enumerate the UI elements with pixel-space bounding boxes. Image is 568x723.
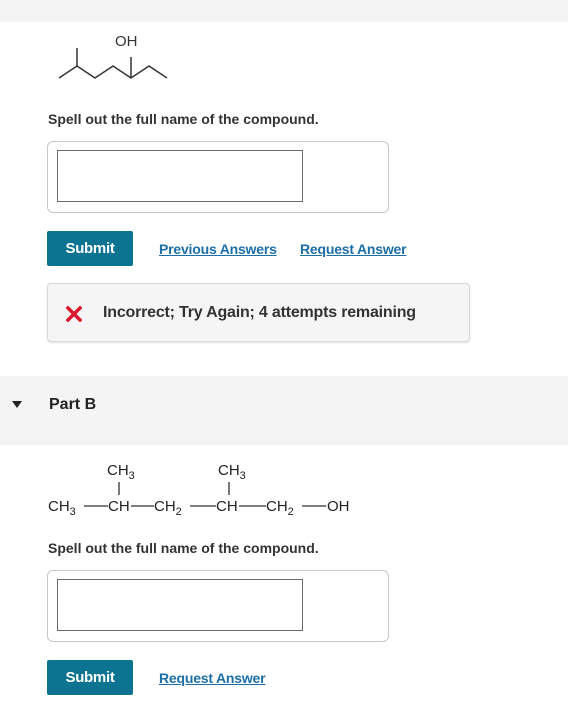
- feedback-panel: Incorrect; Try Again; 4 attempts remaini…: [47, 283, 470, 342]
- branch-ch3-1: CH3: [107, 462, 135, 482]
- part-a-prompt: Spell out the full name of the compound.: [48, 111, 319, 127]
- chain-ch-2: CH: [216, 498, 238, 515]
- hydroxyl-label: OH: [115, 33, 138, 50]
- collapse-triangle-icon[interactable]: [12, 401, 22, 408]
- part-a-request-answer-link[interactable]: Request Answer: [300, 241, 407, 257]
- part-b-header[interactable]: Part B: [0, 376, 568, 445]
- chain-ch2-1: CH2: [154, 498, 182, 518]
- part-a-answer-box: [47, 141, 389, 213]
- part-b-answer-input[interactable]: [57, 579, 303, 631]
- chain-ch2-2: CH2: [266, 498, 294, 518]
- part-b-answer-box: [47, 570, 389, 642]
- top-band: [0, 0, 568, 22]
- branch-1-subscript: 3: [129, 470, 135, 482]
- branch-2-subscript: 3: [240, 470, 246, 482]
- previous-answers-link[interactable]: Previous Answers: [159, 241, 277, 257]
- chain-oh: OH: [327, 498, 350, 515]
- branch-ch3-2: CH3: [218, 462, 246, 482]
- part-b-prompt: Spell out the full name of the compound.: [48, 540, 319, 556]
- chain-ch3: CH3: [48, 498, 76, 518]
- part-b-condensed-structure: CH3 CH3 CH3 CH CH2 CH CH2 OH: [48, 462, 350, 518]
- part-a-submit-button[interactable]: Submit: [47, 231, 133, 266]
- skeletal-bonds: [58, 65, 168, 79]
- feedback-message: Incorrect; Try Again; 4 attempts remaini…: [103, 304, 416, 321]
- part-a-answer-input[interactable]: [57, 150, 303, 202]
- part-b-title: Part B: [49, 396, 97, 413]
- part-b-submit-button[interactable]: Submit: [47, 660, 133, 695]
- part-b-request-answer-link[interactable]: Request Answer: [159, 670, 266, 686]
- chain-ch-1: CH: [108, 498, 130, 515]
- x-icon: [66, 306, 82, 322]
